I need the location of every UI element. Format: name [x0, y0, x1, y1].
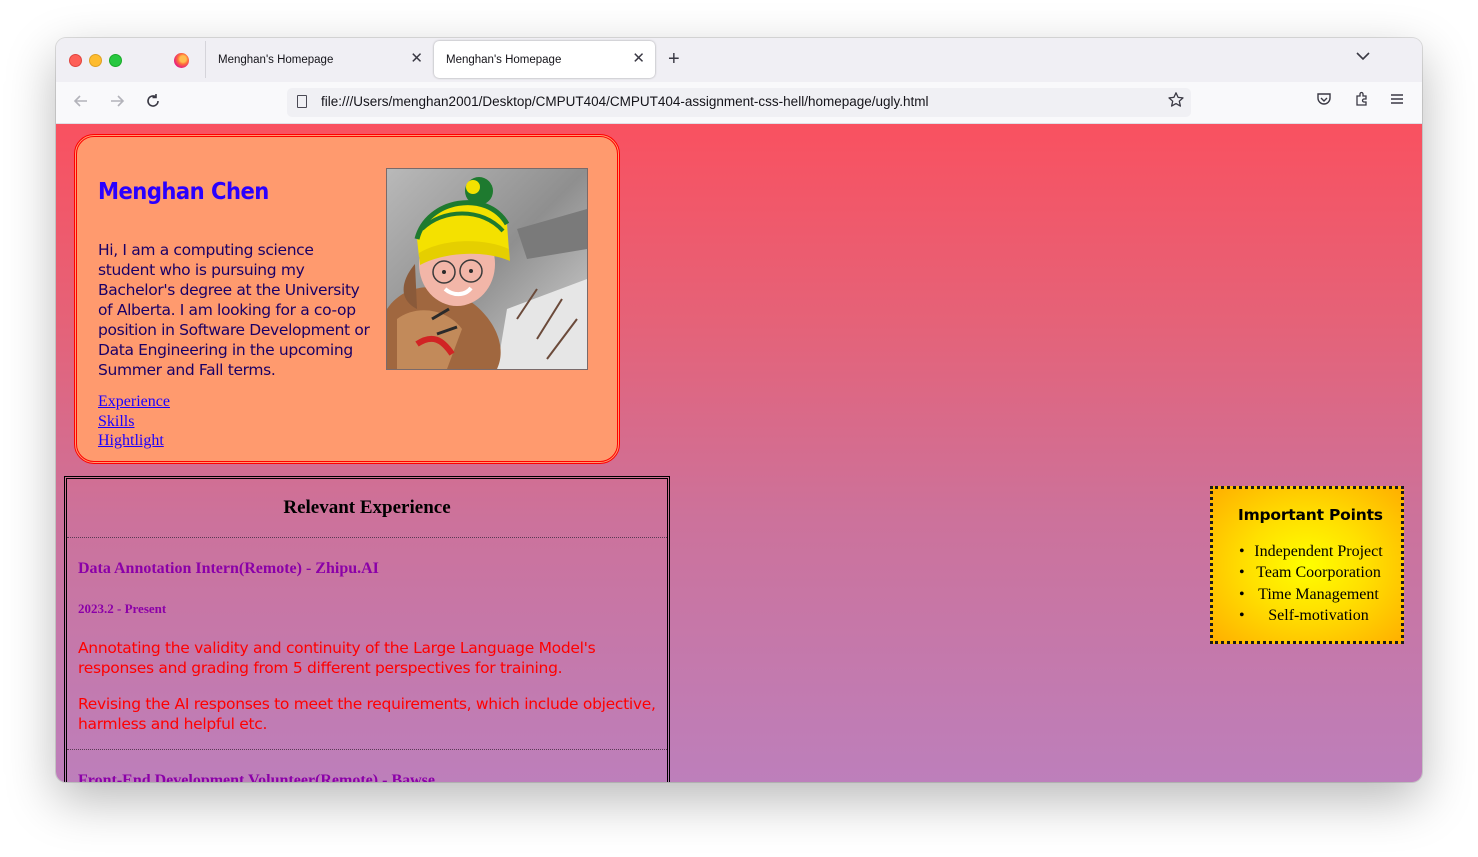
url-bar[interactable]: file:///Users/menghan2001/Desktop/CMPUT4… [287, 88, 1191, 117]
list-item: Time Management [1213, 584, 1401, 606]
window-zoom-button[interactable] [109, 54, 122, 67]
list-item: Team Coorporation [1213, 562, 1401, 584]
experience-title: Relevant Experience [283, 497, 451, 518]
link-skills[interactable]: Skills [98, 412, 170, 432]
tab-label: Menghan's Homepage [218, 53, 334, 66]
browser-window: Menghan's Homepage ✕ Menghan's Homepage … [56, 38, 1422, 782]
window-minimize-button[interactable] [89, 54, 102, 67]
tab-strip: Menghan's Homepage ✕ Menghan's Homepage … [56, 38, 1422, 82]
star-icon[interactable] [1167, 91, 1185, 114]
divider [67, 749, 667, 750]
tab-inactive[interactable]: Menghan's Homepage ✕ [205, 41, 433, 78]
close-icon[interactable]: ✕ [632, 50, 645, 68]
job-title: Data Annotation Intern(Remote) - Zhipu.A… [78, 560, 379, 577]
important-points-box: Important Points Independent Project Tea… [1210, 486, 1404, 644]
chevron-down-icon[interactable] [1356, 48, 1370, 64]
navigation-bar: file:///Users/menghan2001/Desktop/CMPUT4… [56, 82, 1422, 124]
important-points-title: Important Points [1238, 506, 1383, 524]
job-date: 2023.2 - Present [78, 601, 167, 616]
profile-card: Menghan Chen Hi, I am a computing scienc… [74, 134, 620, 464]
tab-active[interactable]: Menghan's Homepage ✕ [434, 41, 655, 78]
url-text[interactable]: file:///Users/menghan2001/Desktop/CMPUT4… [321, 94, 929, 109]
page-icon [297, 95, 307, 108]
page-content: Menghan Chen Hi, I am a computing scienc… [56, 124, 1422, 782]
experience-section: Relevant Experience Data Annotation Inte… [64, 476, 670, 782]
profile-intro: Hi, I am a computing science student who… [98, 241, 370, 379]
profile-photo [386, 168, 588, 370]
job-title: Front-End Development Volunteer(Remote) … [78, 772, 435, 782]
section-links: Experience Skills Hightlight [98, 392, 170, 451]
hamburger-menu-icon[interactable] [1389, 91, 1405, 113]
forward-arrow-icon[interactable] [108, 92, 126, 115]
list-item: Independent Project [1213, 541, 1401, 563]
important-points-list: Independent Project Team Coorporation Ti… [1213, 541, 1401, 626]
back-arrow-icon[interactable] [72, 92, 90, 115]
extensions-icon[interactable] [1354, 91, 1370, 113]
firefox-logo-icon [174, 53, 189, 68]
job-duty: Revising the AI responses to meet the re… [78, 695, 656, 733]
reload-icon[interactable] [144, 92, 162, 115]
tab-label: Menghan's Homepage [446, 53, 562, 66]
job-duty: Annotating the validity and continuity o… [78, 639, 596, 677]
close-icon[interactable]: ✕ [410, 50, 423, 68]
list-item: Self-motivation [1213, 605, 1401, 627]
plus-icon[interactable]: + [668, 48, 680, 70]
pocket-icon[interactable] [1316, 91, 1332, 113]
link-experience[interactable]: Experience [98, 392, 170, 412]
profile-name: Menghan Chen [98, 179, 269, 205]
window-close-button[interactable] [69, 54, 82, 67]
link-highlight[interactable]: Hightlight [98, 431, 170, 451]
divider [67, 537, 667, 538]
